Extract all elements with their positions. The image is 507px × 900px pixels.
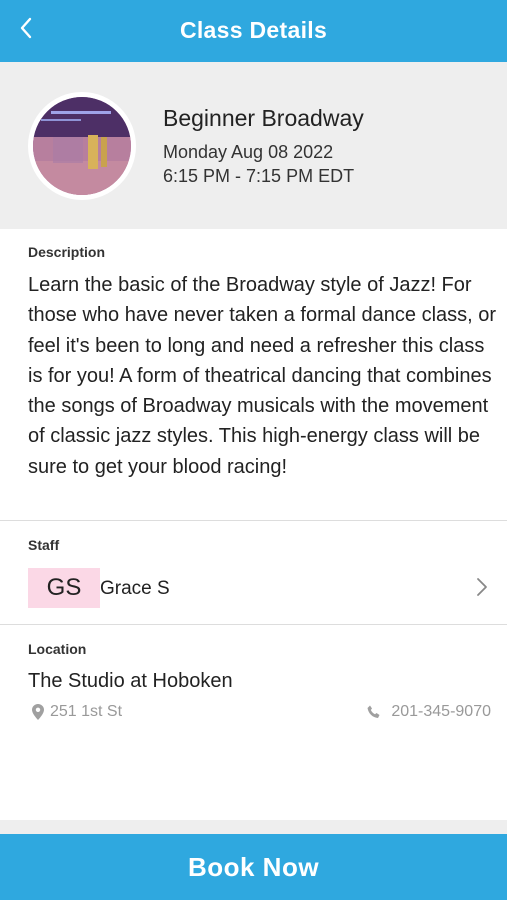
description-text: Learn the basic of the Broadway style of…	[28, 274, 497, 478]
class-date: Monday Aug 08 2022	[163, 142, 334, 162]
studio-photo	[33, 97, 131, 195]
staff-initials-avatar: GS	[28, 568, 100, 608]
location-label: Location	[28, 641, 87, 657]
page-title: Class Details	[179, 17, 328, 43]
map-pin-icon	[32, 704, 44, 720]
staff-name: Grace S	[100, 578, 170, 599]
phone-icon	[367, 705, 380, 718]
divider	[0, 624, 507, 625]
phone-text: 201-345-9070	[391, 703, 491, 720]
address-text: 251 1st St	[50, 703, 123, 720]
class-image-frame	[28, 92, 136, 200]
class-name: Beginner Broadway	[163, 105, 364, 131]
class-image	[33, 97, 131, 195]
header-bar: Class Details	[0, 0, 507, 62]
class-summary: Beginner Broadway Monday Aug 08 2022 6:1…	[0, 62, 507, 229]
footer-spacer	[0, 820, 507, 834]
location-phone[interactable]: 201-345-9070	[367, 703, 491, 721]
description-label: Description	[28, 244, 106, 260]
book-now-button[interactable]: Book Now	[0, 834, 507, 900]
staff-row[interactable]: GS Grace S	[0, 562, 507, 612]
staff-label: Staff	[28, 537, 60, 553]
divider	[0, 520, 507, 521]
location-name: The Studio at Hoboken	[28, 670, 233, 692]
class-time: 6:15 PM - 7:15 PM EDT	[163, 166, 355, 186]
chevron-right-icon	[477, 578, 487, 596]
location-address[interactable]: 251 1st St	[32, 703, 122, 721]
